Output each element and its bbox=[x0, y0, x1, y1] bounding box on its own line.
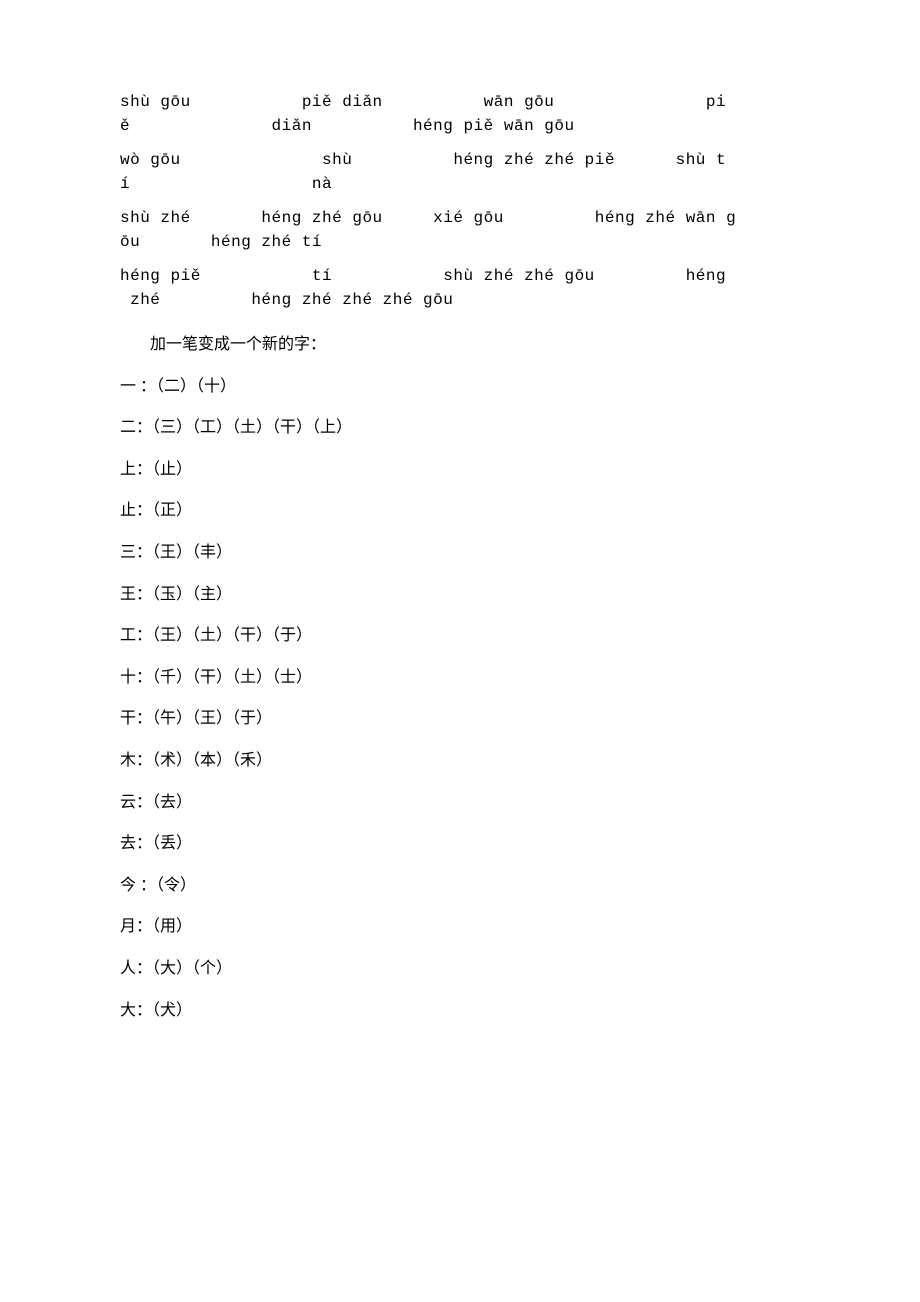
list-item: 十：（千）（干）（土）（士） bbox=[120, 657, 800, 699]
list-item: 去：（丢） bbox=[120, 823, 800, 865]
pinyin-line: í nà bbox=[120, 172, 800, 196]
list-item: 工：（王）（土）（干）（于） bbox=[120, 615, 800, 657]
list-item: 王：（玉）（主） bbox=[120, 574, 800, 616]
list-item: 大：（犬） bbox=[120, 990, 800, 1032]
list-item: 上：（止） bbox=[120, 449, 800, 491]
list-item: 云：（去） bbox=[120, 782, 800, 824]
pinyin-group-4: héng piě tí shù zhé zhé gōu héng zhé hén… bbox=[120, 264, 800, 312]
document-page: shù gōu piě diǎn wān gōu pi ě diǎn héng … bbox=[0, 0, 920, 1091]
section-heading: 加一笔变成一个新的字： bbox=[120, 324, 800, 366]
list-item: 今 ：（令） bbox=[120, 865, 800, 907]
pinyin-line: shù gōu piě diǎn wān gōu pi bbox=[120, 90, 800, 114]
pinyin-line: ě diǎn héng piě wān gōu bbox=[120, 114, 800, 138]
cjk-section: 加一笔变成一个新的字： 一 ：（二）（十） 二：（三）（工）（土）（干）（上） … bbox=[120, 324, 800, 1031]
pinyin-line: shù zhé héng zhé gōu xié gōu héng zhé wā… bbox=[120, 206, 800, 230]
list-item: 人：（大）（个） bbox=[120, 948, 800, 990]
pinyin-group-3: shù zhé héng zhé gōu xié gōu héng zhé wā… bbox=[120, 206, 800, 254]
pinyin-group-2: wò gōu shù héng zhé zhé piě shù t í nà bbox=[120, 148, 800, 196]
pinyin-line: wò gōu shù héng zhé zhé piě shù t bbox=[120, 148, 800, 172]
list-item: 二：（三）（工）（土）（干）（上） bbox=[120, 407, 800, 449]
list-item: 干：（午）（王）（于） bbox=[120, 698, 800, 740]
list-item: 木：（术）（本）（禾） bbox=[120, 740, 800, 782]
list-item: 止：（正） bbox=[120, 490, 800, 532]
pinyin-line: zhé héng zhé zhé zhé gōu bbox=[120, 288, 800, 312]
pinyin-group-1: shù gōu piě diǎn wān gōu pi ě diǎn héng … bbox=[120, 90, 800, 138]
list-item: 月：（用） bbox=[120, 906, 800, 948]
list-item: 一 ：（二）（十） bbox=[120, 366, 800, 408]
pinyin-line: héng piě tí shù zhé zhé gōu héng bbox=[120, 264, 800, 288]
list-item: 三：（王）（丰） bbox=[120, 532, 800, 574]
pinyin-line: ōu héng zhé tí bbox=[120, 230, 800, 254]
